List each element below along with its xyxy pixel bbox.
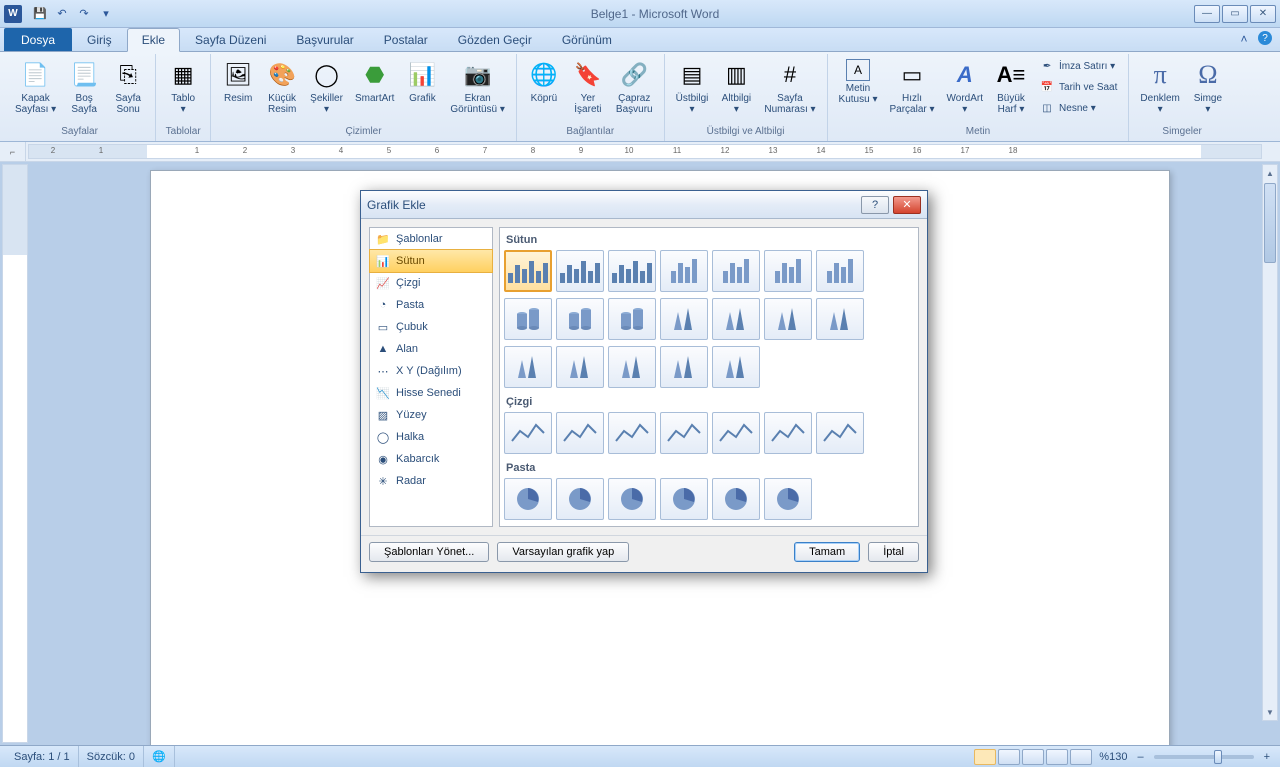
chart-type-item[interactable] [660,478,708,520]
ok-button[interactable]: Tamam [794,542,860,562]
dialog-help-button[interactable]: ? [861,196,889,214]
chart-category-item[interactable]: ✳Radar [370,470,492,492]
chart-type-item[interactable] [660,298,708,340]
chart-type-item[interactable] [816,298,864,340]
chart-category-item[interactable]: ⋯X Y (Dağılım) [370,360,492,382]
chart-type-item[interactable] [712,478,760,520]
chart-category-item[interactable]: ◯Halka [370,426,492,448]
chart-type-item[interactable] [504,478,552,520]
gallery-heading-line: Çizgi [504,394,914,412]
chart-type-item[interactable] [556,412,604,454]
gallery-heading-pie: Pasta [504,460,914,478]
chart-type-item[interactable] [608,346,656,388]
chart-type-item[interactable] [504,412,552,454]
gallery-heading-column: Sütun [504,232,914,250]
category-icon: ▨ [376,408,390,422]
chart-category-item[interactable]: 📈Çizgi [370,272,492,294]
chart-type-item[interactable] [712,346,760,388]
dialog-footer: Şablonları Yönet... Varsayılan grafik ya… [361,535,927,572]
cancel-button[interactable]: İptal [868,542,919,562]
chart-type-item[interactable] [660,412,708,454]
insert-chart-dialog: Grafik Ekle ? ✕ 📁Şablonlar📊Sütun📈Çizgi◔P… [360,190,928,573]
chart-category-item[interactable]: 📊Sütun [369,249,493,273]
chart-type-item[interactable] [816,250,864,292]
chart-type-item[interactable] [608,298,656,340]
chart-type-item[interactable] [608,478,656,520]
category-icon: ▲ [376,342,390,356]
chart-type-item[interactable] [504,298,552,340]
chart-category-item[interactable]: ▲Alan [370,338,492,360]
chart-type-item[interactable] [660,250,708,292]
category-icon: ◉ [376,452,390,466]
chart-type-item[interactable] [712,298,760,340]
set-default-chart-button[interactable]: Varsayılan grafik yap [497,542,629,562]
chart-type-item[interactable] [556,298,604,340]
chart-type-item[interactable] [556,250,604,292]
chart-category-item[interactable]: 📉Hisse Senedi [370,382,492,404]
dialog-close-button[interactable]: ✕ [893,196,921,214]
category-icon: ⋯ [376,364,390,378]
chart-type-item[interactable] [712,250,760,292]
chart-category-item[interactable]: 📁Şablonlar [370,228,492,250]
chart-type-item[interactable] [764,478,812,520]
chart-category-item[interactable]: ◔Pasta [370,294,492,316]
chart-type-item[interactable] [504,346,552,388]
chart-type-item[interactable] [608,412,656,454]
dialog-mask: Grafik Ekle ? ✕ 📁Şablonlar📊Sütun📈Çizgi◔P… [0,0,1280,767]
dialog-title: Grafik Ekle [367,198,426,212]
category-icon: 📁 [376,232,390,246]
chart-category-list: 📁Şablonlar📊Sütun📈Çizgi◔Pasta▭Çubuk▲Alan⋯… [369,227,493,527]
category-icon: ▭ [376,320,390,334]
chart-type-item[interactable] [608,250,656,292]
dialog-titlebar[interactable]: Grafik Ekle ? ✕ [361,191,927,219]
category-icon: ◔ [376,298,390,312]
category-icon: ✳ [376,474,390,488]
chart-type-item[interactable] [816,412,864,454]
chart-category-item[interactable]: ▨Yüzey [370,404,492,426]
chart-type-item[interactable] [764,298,812,340]
chart-type-item[interactable] [504,250,552,292]
category-icon: 📊 [376,254,390,268]
category-icon: ◯ [376,430,390,444]
chart-type-item[interactable] [764,412,812,454]
chart-type-item[interactable] [660,346,708,388]
chart-type-item[interactable] [556,478,604,520]
chart-type-item[interactable] [712,412,760,454]
chart-category-item[interactable]: ▭Çubuk [370,316,492,338]
manage-templates-button[interactable]: Şablonları Yönet... [369,542,489,562]
chart-gallery: Sütun Çizgi Pasta [499,227,919,527]
chart-category-item[interactable]: ◉Kabarcık [370,448,492,470]
chart-type-item[interactable] [556,346,604,388]
category-icon: 📉 [376,386,390,400]
category-icon: 📈 [376,276,390,290]
chart-type-item[interactable] [764,250,812,292]
